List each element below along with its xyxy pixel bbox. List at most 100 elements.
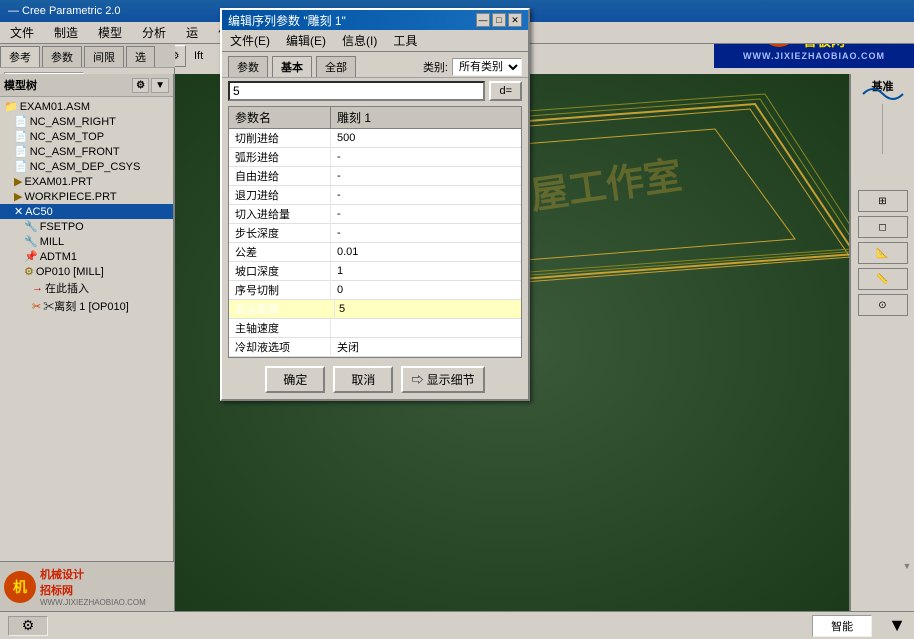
bottom-logo-text1: 机械设计 (40, 566, 146, 582)
status-bar: ⚙ 智能 ▼ (0, 611, 914, 639)
filter-label: 类别: (423, 59, 448, 75)
tree-item-mill[interactable]: 🔧 MILL (0, 234, 173, 249)
tree-item-carve[interactable]: ✂ ✂离刻 1 [OP010] (0, 297, 173, 315)
tree-item-nc-dep-csys[interactable]: 📄 NC_ASM_DEP_CSYS (0, 159, 173, 174)
tree-item-nc-top[interactable]: 📄 NC_ASM_TOP (0, 129, 173, 144)
left-tab-limit[interactable]: 间限 (84, 46, 124, 67)
tree-item-nc-right[interactable]: 📄 NC_ASM_RIGHT (0, 114, 173, 129)
table-cell-name: 坡口深度 (229, 262, 331, 280)
table-row[interactable]: 坡口深度1 (229, 262, 521, 281)
rt-btn-5[interactable]: ⊙ (858, 294, 908, 316)
dialog-menu-info[interactable]: 信息(I) (338, 31, 381, 50)
table-cell-name: 序号切制 (229, 281, 331, 299)
table-header: 参数名 雕刻 1 (229, 107, 521, 129)
table-cell-name: 安全距离 (229, 300, 335, 318)
table-cell-name: 退刀进给 (229, 186, 331, 204)
table-cell-value: 0.01 (331, 243, 521, 261)
dialog: 编辑序列参数 "雕刻 1" — □ ✕ 文件(E) 编辑(E) 信息(I) 工具… (220, 8, 530, 401)
dialog-menu-tools[interactable]: 工具 (389, 31, 421, 50)
table-row[interactable]: 步长深度- (229, 224, 521, 243)
table-row[interactable]: 切削进给500 (229, 129, 521, 148)
model-tree-title: 模型树 ⚙ ▼ (0, 74, 173, 97)
rt-btn-3[interactable]: 📐 (858, 242, 908, 264)
model-tree-label: 模型树 (4, 77, 37, 93)
table-cell-name: 切入进给量 (229, 205, 331, 223)
table-body: 切削进给500弧形进给-自由进给-退刀进给-切入进给量-步长深度-公差0.01坡… (229, 129, 521, 357)
dialog-menubar: 文件(E) 编辑(E) 信息(I) 工具 (222, 30, 528, 52)
logo-url: WWW.JIXIEZHAOBIAO.COM (743, 51, 885, 61)
dialog-close[interactable]: ✕ (508, 13, 522, 27)
table-cell-value-input[interactable] (335, 300, 521, 318)
search-input[interactable] (228, 81, 485, 101)
table-cell-value: 关闭 (331, 338, 521, 356)
table-cell-value: 1 (331, 262, 521, 280)
rt-btn-2[interactable]: ◻ (858, 216, 908, 238)
table-row[interactable]: 冷却液选项关闭 (229, 338, 521, 357)
tree-expand[interactable]: ▼ (151, 78, 169, 93)
dialog-tab-all[interactable]: 全部 (316, 56, 356, 77)
menu-run[interactable]: 运 (180, 22, 204, 43)
menu-manufacture[interactable]: 制造 (48, 22, 84, 43)
tree-item-op010[interactable]: ⚙ OP010 [MILL] (0, 264, 173, 279)
cancel-button[interactable]: 取消 (333, 366, 393, 393)
table-cell-name: 弧形进给 (229, 148, 331, 166)
table-row[interactable]: 公差0.01 (229, 243, 521, 262)
ok-button[interactable]: 确定 (265, 366, 325, 393)
menu-model[interactable]: 模型 (92, 22, 128, 43)
cell-input[interactable] (335, 301, 521, 317)
table-cell-value: 500 (331, 129, 521, 147)
dialog-tab-basic[interactable]: 基本 (272, 56, 312, 77)
table-cell-name: 自由进给 (229, 167, 331, 185)
model-tree-content: 📁 EXAM01.ASM 📄 NC_ASM_RIGHT 📄 NC_ASM_TOP… (0, 97, 173, 554)
dialog-titlebar: 编辑序列参数 "雕刻 1" — □ ✕ (222, 10, 528, 30)
dialog-tab-params[interactable]: 参数 (228, 56, 268, 77)
dialog-tabs-row: 参数 基本 全部 类别: 所有类别 (222, 52, 528, 77)
menu-file[interactable]: 文件 (4, 22, 40, 43)
search-button[interactable]: d= (489, 81, 522, 101)
table-row[interactable]: 序号切制0 (229, 281, 521, 300)
tree-settings[interactable]: ⚙ (132, 78, 149, 93)
menu-analysis[interactable]: 分析 (136, 22, 172, 43)
table-cell-name: 公差 (229, 243, 331, 261)
tree-item-fsetpo[interactable]: 🔧 FSETPO (0, 219, 173, 234)
tree-item-exam01-prt[interactable]: ▶ EXAM01.PRT (0, 174, 173, 189)
table-cell-value: - (331, 205, 521, 223)
table-cell-value: - (331, 224, 521, 242)
table-row[interactable]: 自由进给- (229, 167, 521, 186)
dialog-buttons: 确定 取消 ⇨ 显示细节 (222, 360, 528, 399)
bottom-logo-icon: 机 (4, 571, 36, 603)
tree-item-workpiece[interactable]: ▶ WORKPIECE.PRT (0, 189, 173, 204)
table-cell-name: 主轴速度 (229, 319, 331, 337)
detail-button[interactable]: ⇨ 显示细节 (401, 366, 484, 393)
status-icon-right: ▼ (888, 615, 906, 636)
dialog-menu-file[interactable]: 文件(E) (226, 31, 274, 50)
col-header-value: 雕刻 1 (331, 107, 521, 128)
bottom-logo-strip: 机 机械设计 招标网 WWW.JIXIEZHAOBIAO.COM (0, 561, 175, 611)
table-row[interactable]: 弧形进给- (229, 148, 521, 167)
table-cell-value: 0 (331, 281, 521, 299)
table-cell-value: - (331, 148, 521, 166)
dialog-minimize[interactable]: — (476, 13, 490, 27)
table-row[interactable]: 安全距离 (229, 300, 521, 319)
left-tab-params[interactable]: 参数 (42, 46, 82, 67)
table-row[interactable]: 退刀进给- (229, 186, 521, 205)
tree-item-insert[interactable]: → 在此插入 (0, 279, 173, 297)
left-tab-sel[interactable]: 选 (126, 46, 155, 67)
tree-item-ac50[interactable]: ✕ AC50 (0, 204, 173, 219)
status-icon-left: ⚙ (8, 616, 48, 636)
rt-btn-1[interactable]: ⊞ (858, 190, 908, 212)
tree-item-exam01[interactable]: 📁 EXAM01.ASM (0, 99, 173, 114)
table-row[interactable]: 主轴速度 (229, 319, 521, 338)
table-cell-name: 步长深度 (229, 224, 331, 242)
dialog-menu-edit[interactable]: 编辑(E) (282, 31, 330, 50)
rt-btn-4[interactable]: 📏 (858, 268, 908, 290)
tree-item-nc-front[interactable]: 📄 NC_ASM_FRONT (0, 144, 173, 159)
left-tabs-strip: 参考 参数 间限 选 (0, 44, 175, 68)
table-row[interactable]: 切入进给量- (229, 205, 521, 224)
dialog-maximize[interactable]: □ (492, 13, 506, 27)
left-tab-ref[interactable]: 参考 (0, 46, 40, 67)
tree-item-adtm1[interactable]: 📌 ADTM1 (0, 249, 173, 264)
filter-select[interactable]: 所有类别 (452, 58, 522, 76)
app-title: — Cree Parametric 2.0 (8, 5, 120, 17)
dialog-table: 参数名 雕刻 1 切削进给500弧形进给-自由进给-退刀进给-切入进给量-步长深… (228, 106, 522, 358)
